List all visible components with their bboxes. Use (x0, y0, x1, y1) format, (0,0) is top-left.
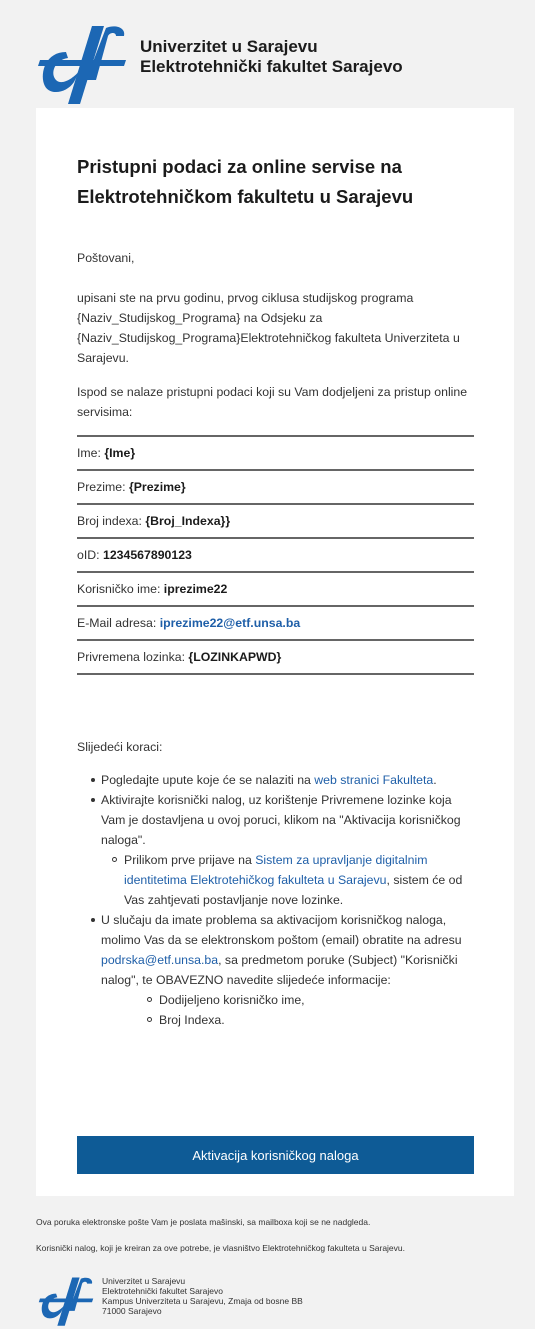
field-value-username: iprezime22 (163, 582, 228, 596)
field-value-password: {LOZINKAPWD} (188, 650, 282, 664)
field-value-oid: 1234567890123 (102, 548, 192, 562)
field-row-prezime: Prezime: {Prezime} (77, 471, 474, 505)
credentials-intro: Ispod se nalaze pristupni podaci koji su… (77, 385, 468, 419)
etf-logo-icon (38, 26, 126, 104)
email-title: Pristupni podaci za online servise na El… (77, 156, 414, 207)
field-row-username: Korisničko ime: iprezime22 (77, 573, 474, 607)
credentials-table: Ime: {Ime} Prezime: {Prezime} Broj index… (77, 435, 474, 675)
support-email-link[interactable]: podrska@etf.unsa.ba (101, 953, 218, 967)
field-row-broj-indexa: Broj indexa: {Broj_Indexa}} (77, 505, 474, 539)
footer-address: Univerzitet u Sarajevu Elektrotehnički f… (102, 1276, 303, 1316)
intro-paragraph: upisani ste na prvu godinu, prvog ciklus… (77, 291, 460, 365)
field-value-broj-indexa: {Broj_Indexa}} (145, 514, 231, 528)
email-body: Pristupni podaci za online servise na El… (36, 108, 514, 1196)
footer-note-ownership: Korisnički nalog, koji je kreiran za ove… (36, 1243, 405, 1253)
etf-logo-small-icon (38, 1277, 94, 1326)
list-item: U slučaju da imate problema sa aktivacij… (91, 910, 477, 1030)
list-item: Pogledajte upute koje će se nalaziti na … (91, 770, 477, 790)
faculty-website-link[interactable]: web stranici Fakulteta (314, 773, 433, 787)
next-steps-list: Pogledajte upute koje će se nalaziti na … (77, 770, 477, 1030)
field-row-ime: Ime: {Ime} (77, 437, 474, 471)
activate-account-button[interactable]: Aktivacija korisničkog naloga (77, 1136, 474, 1174)
footer-note-automated: Ova poruka elektronske pošte Vam je posl… (36, 1217, 371, 1227)
list-item: Prilikom prve prijave na Sistem za uprav… (112, 850, 477, 910)
greeting: Poštovani, (77, 251, 135, 265)
field-value-prezime: {Prezime} (128, 480, 186, 494)
header-title: Univerzitet u Sarajevu Elektrotehnički f… (140, 37, 403, 77)
field-value-ime: {Ime} (104, 446, 136, 460)
list-item: Dodijeljeno korisničko ime, (147, 990, 477, 1010)
email-address-link[interactable]: iprezime22@etf.unsa.ba (160, 616, 300, 630)
faculty-name: Elektrotehnički fakultet Sarajevo (140, 57, 403, 76)
field-row-email: E-Mail adresa: iprezime22@etf.unsa.ba (77, 607, 474, 641)
next-steps-label: Slijedeći koraci: (77, 740, 163, 754)
email-header: Univerzitet u Sarajevu Elektrotehnički f… (36, 22, 506, 106)
university-name: Univerzitet u Sarajevu (140, 37, 318, 56)
list-item: Broj Indexa. (147, 1010, 477, 1030)
field-row-oid: oID: 1234567890123 (77, 539, 474, 573)
field-row-password: Privremena lozinka: {LOZINKAPWD} (77, 641, 474, 675)
list-item: Aktivirajte korisnički nalog, uz korište… (91, 790, 477, 910)
